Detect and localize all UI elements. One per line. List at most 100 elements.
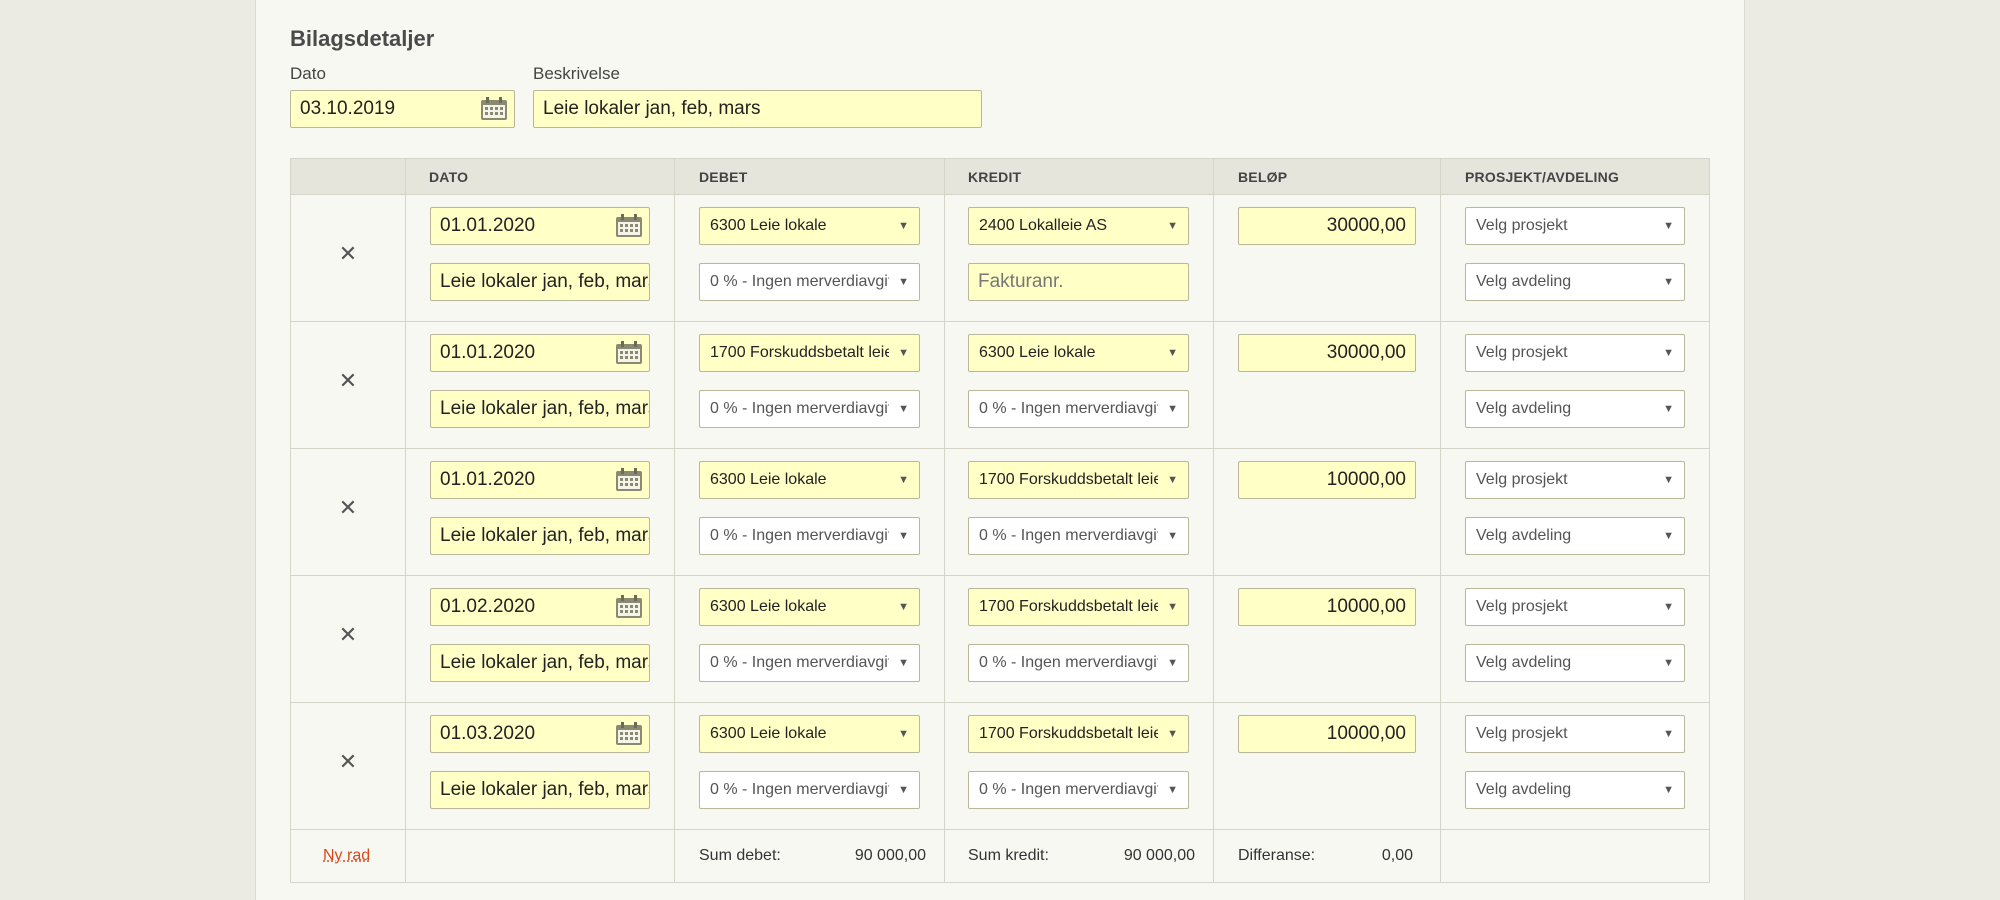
debit-vat-select[interactable]: 0 % - Ingen merverdiavgift ▼ bbox=[699, 263, 920, 301]
difference-label: Differanse: bbox=[1238, 847, 1316, 864]
credit-account-select[interactable]: 1700 Forskuddsbetalt leie ▼ bbox=[968, 715, 1189, 753]
credit-vat-select-label: 0 % - Ingen merverdiavgift bbox=[979, 400, 1158, 417]
row-description-field[interactable]: Leie lokaler jan, feb, mars bbox=[430, 644, 650, 682]
project-select-label: Velg prosjekt bbox=[1476, 217, 1568, 234]
project-select[interactable]: Velg prosjekt ▼ bbox=[1465, 588, 1685, 626]
department-select-label: Velg avdeling bbox=[1476, 527, 1572, 544]
credit-account-select[interactable]: 2400 Lokalleie AS ▼ bbox=[968, 207, 1189, 245]
row-description-field[interactable]: Leie lokaler jan, feb, mars bbox=[430, 517, 650, 555]
calendar-icon[interactable] bbox=[480, 97, 508, 121]
chevron-down-icon: ▼ bbox=[1663, 276, 1674, 288]
calendar-icon[interactable] bbox=[615, 468, 643, 492]
credit-vat-select[interactable]: 0 % - Ingen merverdiavgift ▼ bbox=[968, 517, 1189, 555]
amount-input[interactable]: 10000,00 bbox=[1238, 461, 1416, 499]
department-select[interactable]: Velg avdeling ▼ bbox=[1465, 771, 1685, 809]
table-footer: Ny rad Sum debet: 90 000,00 Sum kredit: … bbox=[291, 828, 1709, 884]
chevron-down-icon: ▼ bbox=[1663, 347, 1674, 359]
table-row: ✕ 01.03.2020 Leie lokaler jan, feb, mars 63… bbox=[291, 703, 1709, 830]
chevron-down-icon: ▼ bbox=[1167, 601, 1178, 613]
col-header-belop: BELØP bbox=[1238, 169, 1288, 185]
department-select[interactable]: Velg avdeling ▼ bbox=[1465, 390, 1685, 428]
project-select[interactable]: Velg prosjekt ▼ bbox=[1465, 715, 1685, 753]
debit-vat-select-label: 0 % - Ingen merverdiavgift bbox=[710, 781, 889, 798]
delete-row-button[interactable]: ✕ bbox=[333, 620, 363, 650]
voucher-date-field[interactable]: 03.10.2019 bbox=[290, 90, 515, 128]
calendar-icon[interactable] bbox=[615, 214, 643, 238]
row-date-field[interactable]: 01.01.2020 bbox=[430, 461, 650, 499]
department-select[interactable]: Velg avdeling ▼ bbox=[1465, 644, 1685, 682]
department-select-label: Velg avdeling bbox=[1476, 273, 1572, 290]
col-header-debet: DEBET bbox=[699, 169, 748, 185]
amount-input[interactable]: 30000,00 bbox=[1238, 207, 1416, 245]
project-select[interactable]: Velg prosjekt ▼ bbox=[1465, 334, 1685, 372]
credit-account-select[interactable]: 1700 Forskuddsbetalt leie ▼ bbox=[968, 588, 1189, 626]
debit-account-select[interactable]: 6300 Leie lokale ▼ bbox=[699, 588, 920, 626]
credit-vat-select[interactable]: 0 % - Ingen merverdiavgift ▼ bbox=[968, 644, 1189, 682]
delete-row-button[interactable]: ✕ bbox=[333, 366, 363, 396]
credit-account-select[interactable]: 6300 Leie lokale ▼ bbox=[968, 334, 1189, 372]
department-select[interactable]: Velg avdeling ▼ bbox=[1465, 263, 1685, 301]
debit-account-select[interactable]: 6300 Leie lokale ▼ bbox=[699, 461, 920, 499]
credit-account-select-label: 1700 Forskuddsbetalt leie bbox=[979, 725, 1158, 742]
table-header: DATO DEBET KREDIT BELØP PROSJEKT/AVDELIN… bbox=[291, 159, 1709, 195]
chevron-down-icon: ▼ bbox=[898, 276, 909, 288]
debit-account-select-label: 1700 Forskuddsbetalt leie bbox=[710, 344, 889, 361]
row-date-value: 01.02.2020 bbox=[440, 596, 536, 617]
debit-account-select[interactable]: 6300 Leie lokale ▼ bbox=[699, 715, 920, 753]
delete-row-button[interactable]: ✕ bbox=[333, 493, 363, 523]
credit-vat-select[interactable]: 0 % - Ingen merverdiavgift ▼ bbox=[968, 771, 1189, 809]
row-description-value: Leie lokaler jan, feb, mars bbox=[440, 779, 650, 800]
chevron-down-icon: ▼ bbox=[1167, 728, 1178, 740]
new-row-link[interactable]: Ny rad bbox=[323, 828, 370, 884]
table-row: ✕ 01.01.2020 Leie lokaler jan, feb, mars 63… bbox=[291, 449, 1709, 576]
debit-account-select-label: 6300 Leie lokale bbox=[710, 471, 827, 488]
chevron-down-icon: ▼ bbox=[898, 347, 909, 359]
credit-vat-select-label: 0 % - Ingen merverdiavgift bbox=[979, 781, 1158, 798]
row-date-field[interactable]: 01.02.2020 bbox=[430, 588, 650, 626]
debit-vat-select[interactable]: 0 % - Ingen merverdiavgift ▼ bbox=[699, 644, 920, 682]
calendar-icon[interactable] bbox=[615, 722, 643, 746]
table-row: ✕ 01.02.2020 Leie lokaler jan, feb, mars 63… bbox=[291, 576, 1709, 703]
amount-input[interactable]: 30000,00 bbox=[1238, 334, 1416, 372]
voucher-date-value: 03.10.2019 bbox=[300, 98, 396, 119]
sum-debit-value: 90 000,00 bbox=[854, 847, 926, 864]
debit-account-select-label: 6300 Leie lokale bbox=[710, 725, 827, 742]
credit-account-select[interactable]: 1700 Forskuddsbetalt leie ▼ bbox=[968, 461, 1189, 499]
row-description-field[interactable]: Leie lokaler jan, feb, mars bbox=[430, 263, 650, 301]
department-select-label: Velg avdeling bbox=[1476, 781, 1572, 798]
row-date-field[interactable]: 01.01.2020 bbox=[430, 207, 650, 245]
debit-account-select[interactable]: 6300 Leie lokale ▼ bbox=[699, 207, 920, 245]
credit-vat-select[interactable]: 0 % - Ingen merverdiavgift ▼ bbox=[968, 390, 1189, 428]
row-date-field[interactable]: 01.01.2020 bbox=[430, 334, 650, 372]
calendar-icon[interactable] bbox=[615, 595, 643, 619]
project-select-label: Velg prosjekt bbox=[1476, 598, 1568, 615]
project-select[interactable]: Velg prosjekt ▼ bbox=[1465, 207, 1685, 245]
invoice-number-input[interactable]: Fakturanr. bbox=[968, 263, 1189, 301]
col-header-kredit: KREDIT bbox=[968, 169, 1022, 185]
chevron-down-icon: ▼ bbox=[1663, 601, 1674, 613]
credit-account-select-label: 2400 Lokalleie AS bbox=[979, 217, 1108, 234]
debit-vat-select[interactable]: 0 % - Ingen merverdiavgift ▼ bbox=[699, 771, 920, 809]
row-date-value: 01.01.2020 bbox=[440, 215, 536, 236]
voucher-description-field[interactable]: Leie lokaler jan, feb, mars bbox=[533, 90, 982, 128]
credit-account-select-label: 1700 Forskuddsbetalt leie bbox=[979, 598, 1158, 615]
debit-vat-select[interactable]: 0 % - Ingen merverdiavgift ▼ bbox=[699, 517, 920, 555]
section-title: Bilagsdetaljer bbox=[290, 26, 435, 51]
row-description-field[interactable]: Leie lokaler jan, feb, mars bbox=[430, 390, 650, 428]
delete-row-button[interactable]: ✕ bbox=[333, 239, 363, 269]
department-select[interactable]: Velg avdeling ▼ bbox=[1465, 517, 1685, 555]
row-date-field[interactable]: 01.03.2020 bbox=[430, 715, 650, 753]
sum-credit-value: 90 000,00 bbox=[1123, 847, 1195, 864]
row-description-field[interactable]: Leie lokaler jan, feb, mars bbox=[430, 771, 650, 809]
amount-input[interactable]: 10000,00 bbox=[1238, 588, 1416, 626]
voucher-description-value: Leie lokaler jan, feb, mars bbox=[543, 98, 761, 119]
chevron-down-icon: ▼ bbox=[1167, 403, 1178, 415]
debit-account-select[interactable]: 1700 Forskuddsbetalt leie ▼ bbox=[699, 334, 920, 372]
project-select[interactable]: Velg prosjekt ▼ bbox=[1465, 461, 1685, 499]
amount-input[interactable]: 10000,00 bbox=[1238, 715, 1416, 753]
delete-row-button[interactable]: ✕ bbox=[333, 747, 363, 777]
table-row: ✕ 01.01.2020 Leie lokaler jan, feb, mars 17… bbox=[291, 322, 1709, 449]
table-row: ✕ 01.01.2020 Leie lokaler jan, feb, mars 63… bbox=[291, 195, 1709, 322]
calendar-icon[interactable] bbox=[615, 341, 643, 365]
debit-vat-select[interactable]: 0 % - Ingen merverdiavgift ▼ bbox=[699, 390, 920, 428]
